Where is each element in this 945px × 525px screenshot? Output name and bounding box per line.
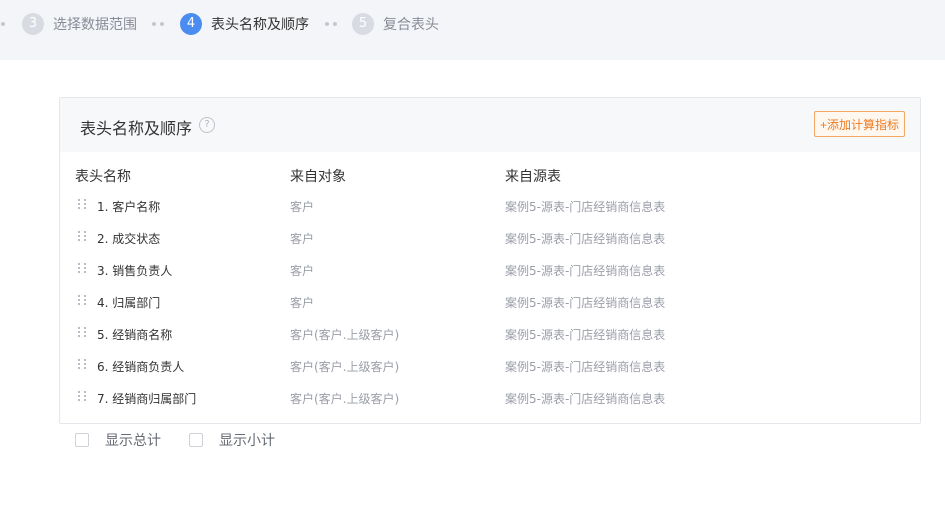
step-3[interactable]: 3 选择数据范围: [22, 12, 137, 36]
step-number: 3: [22, 13, 44, 35]
step-bar: 3 选择数据范围 4 表头名称及顺序 5 复合表头: [0, 0, 945, 60]
step-number: 4: [180, 13, 202, 35]
row-object: 客户(客户.上级客户): [290, 392, 400, 406]
row-source: 案例5-源表-门店经销商信息表: [505, 296, 666, 310]
column-header-object: 来自对象: [290, 169, 346, 185]
row-source: 案例5-源表-门店经销商信息表: [505, 392, 666, 406]
step-connector: [152, 22, 164, 26]
row-source: 案例5-源表-门店经销商信息表: [505, 360, 666, 374]
drag-handle-icon[interactable]: [78, 391, 87, 401]
step-label: 复合表头: [383, 17, 439, 33]
show-subtotal-option[interactable]: 显示小计: [189, 430, 275, 450]
column-header-source: 来自源表: [505, 169, 561, 185]
show-subtotal-label: 显示小计: [219, 433, 275, 449]
panel-header: 表头名称及顺序 ? +添加计算指标: [60, 98, 920, 152]
row-object: 客户(客户.上级客户): [290, 328, 400, 342]
step-connector: [325, 22, 337, 26]
header-order-panel: 表头名称及顺序 ? +添加计算指标 表头名称 来自对象 来自源表 1. 客户名称…: [59, 97, 921, 424]
panel-title: 表头名称及顺序: [80, 119, 193, 138]
show-subtotal-checkbox[interactable]: [189, 433, 203, 447]
row-source: 案例5-源表-门店经销商信息表: [505, 200, 666, 214]
row-object: 客户(客户.上级客户): [290, 360, 400, 374]
step-4[interactable]: 4 表头名称及顺序: [180, 12, 309, 36]
row-object: 客户: [290, 296, 315, 310]
drag-handle-icon[interactable]: [78, 295, 87, 305]
drag-handle-icon[interactable]: [78, 231, 87, 241]
row-name: 3. 销售负责人: [97, 264, 173, 278]
row-name: 2. 成交状态: [97, 232, 161, 246]
row-name: 1. 客户名称: [97, 200, 161, 214]
show-total-label: 显示总计: [105, 433, 161, 449]
table-row: 6. 经销商负责人 客户(客户.上级客户) 案例5-源表-门店经销商信息表: [60, 358, 920, 390]
row-name: 5. 经销商名称: [97, 328, 173, 342]
row-source: 案例5-源表-门店经销商信息表: [505, 264, 666, 278]
row-name: 4. 归属部门: [97, 296, 161, 310]
drag-handle-icon[interactable]: [78, 359, 87, 369]
row-object: 客户: [290, 200, 315, 214]
drag-handle-icon[interactable]: [78, 263, 87, 273]
help-circle-icon[interactable]: ?: [199, 117, 215, 133]
show-total-checkbox[interactable]: [75, 433, 89, 447]
show-total-option[interactable]: 显示总计: [75, 430, 161, 450]
column-header-name: 表头名称: [75, 169, 131, 185]
table-row: 4. 归属部门 客户 案例5-源表-门店经销商信息表: [60, 294, 920, 326]
step-label: 表头名称及顺序: [211, 17, 309, 33]
table-row: 7. 经销商归属部门 客户(客户.上级客户) 案例5-源表-门店经销商信息表: [60, 390, 920, 422]
step-5[interactable]: 5 复合表头: [352, 12, 439, 36]
row-name: 6. 经销商负责人: [97, 360, 185, 374]
table-row: 5. 经销商名称 客户(客户.上级客户) 案例5-源表-门店经销商信息表: [60, 326, 920, 358]
row-object: 客户: [290, 232, 315, 246]
table-row: 1. 客户名称 客户 案例5-源表-门店经销商信息表: [60, 198, 920, 230]
row-source: 案例5-源表-门店经销商信息表: [505, 328, 666, 342]
step-connector: [1, 22, 5, 26]
row-object: 客户: [290, 264, 315, 278]
table-row: 3. 销售负责人 客户 案例5-源表-门店经销商信息表: [60, 262, 920, 294]
step-label: 选择数据范围: [53, 17, 137, 33]
drag-handle-icon[interactable]: [78, 199, 87, 209]
table-row: 2. 成交状态 客户 案例5-源表-门店经销商信息表: [60, 230, 920, 262]
row-name: 7. 经销商归属部门: [97, 392, 197, 406]
drag-handle-icon[interactable]: [78, 327, 87, 337]
add-calculated-metric-button[interactable]: +添加计算指标: [814, 111, 906, 137]
step-number: 5: [352, 13, 374, 35]
row-source: 案例5-源表-门店经销商信息表: [505, 232, 666, 246]
